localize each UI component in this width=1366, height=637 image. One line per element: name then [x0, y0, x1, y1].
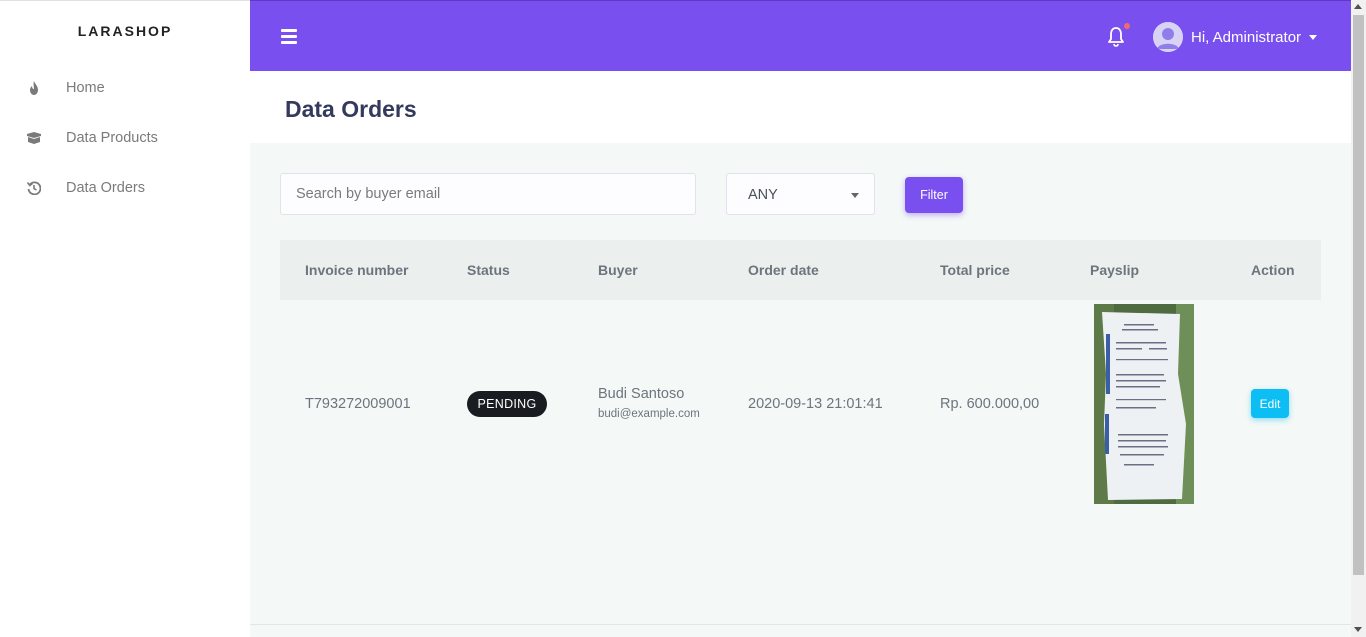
buyer-email: budi@example.com [598, 408, 700, 420]
column-header-order-date: Order date [748, 262, 819, 278]
sidebar: LARASHOP Home Data Products Data Orders [0, 0, 250, 637]
user-greeting: Hi, Administrator [1191, 28, 1302, 46]
scroll-down-arrow-icon[interactable] [1354, 627, 1362, 632]
status-select[interactable]: ANY [726, 173, 875, 215]
buyer-name: Budi Santoso [598, 386, 685, 402]
edit-button[interactable]: Edit [1251, 389, 1289, 418]
notification-dot [1124, 23, 1130, 29]
column-header-invoice: Invoice number [305, 262, 409, 278]
caret-down-icon [851, 193, 859, 198]
column-header-buyer: Buyer [598, 262, 638, 278]
column-header-payslip: Payslip [1090, 262, 1140, 278]
user-dropdown[interactable]: Hi, Administrator [1153, 22, 1318, 52]
search-input[interactable] [280, 173, 696, 215]
sidebar-item-label: Data Orders [66, 180, 145, 196]
total-price: Rp. 600.000,00 [940, 396, 1040, 412]
chevron-down-icon [1309, 34, 1318, 40]
brand-logo[interactable]: LARASHOP [0, 23, 250, 39]
scroll-up-arrow-icon[interactable] [1354, 4, 1362, 9]
status-select-value: ANY [748, 187, 778, 203]
column-header-action: Action [1251, 262, 1295, 278]
avatar [1153, 22, 1183, 52]
scrollbar-thumb[interactable] [1353, 15, 1364, 575]
history-icon [26, 180, 42, 196]
section-header: Data Orders [250, 71, 1351, 143]
sidebar-item-label: Data Products [66, 130, 158, 146]
page-title: Data Orders [285, 96, 417, 122]
order-date: 2020-09-13 21:01:41 [748, 396, 883, 412]
column-header-status: Status [467, 262, 510, 278]
top-navbar: Hi, Administrator [250, 0, 1351, 71]
sidebar-item-label: Home [66, 80, 105, 96]
sidebar-item-home[interactable]: Home [0, 70, 250, 106]
fire-icon [26, 80, 42, 96]
vertical-scrollbar[interactable] [1351, 0, 1366, 637]
sidebar-item-data-products[interactable]: Data Products [0, 120, 250, 156]
invoice-number: T793272009001 [305, 396, 411, 412]
menu-toggle-icon[interactable] [281, 29, 297, 44]
table-row: T793272009001 PENDING Budi Santoso budi@… [280, 300, 1321, 505]
bell-icon[interactable] [1106, 26, 1126, 48]
payslip-image[interactable] [1094, 304, 1194, 504]
column-header-total-price: Total price [940, 262, 1010, 278]
table-header: Invoice number Status Buyer Order date T… [280, 240, 1321, 300]
box-icon [26, 130, 42, 146]
status-badge: PENDING [467, 391, 547, 417]
footer-divider [250, 624, 1351, 625]
sidebar-item-data-orders[interactable]: Data Orders [0, 170, 250, 206]
filter-button[interactable]: Filter [905, 177, 963, 213]
